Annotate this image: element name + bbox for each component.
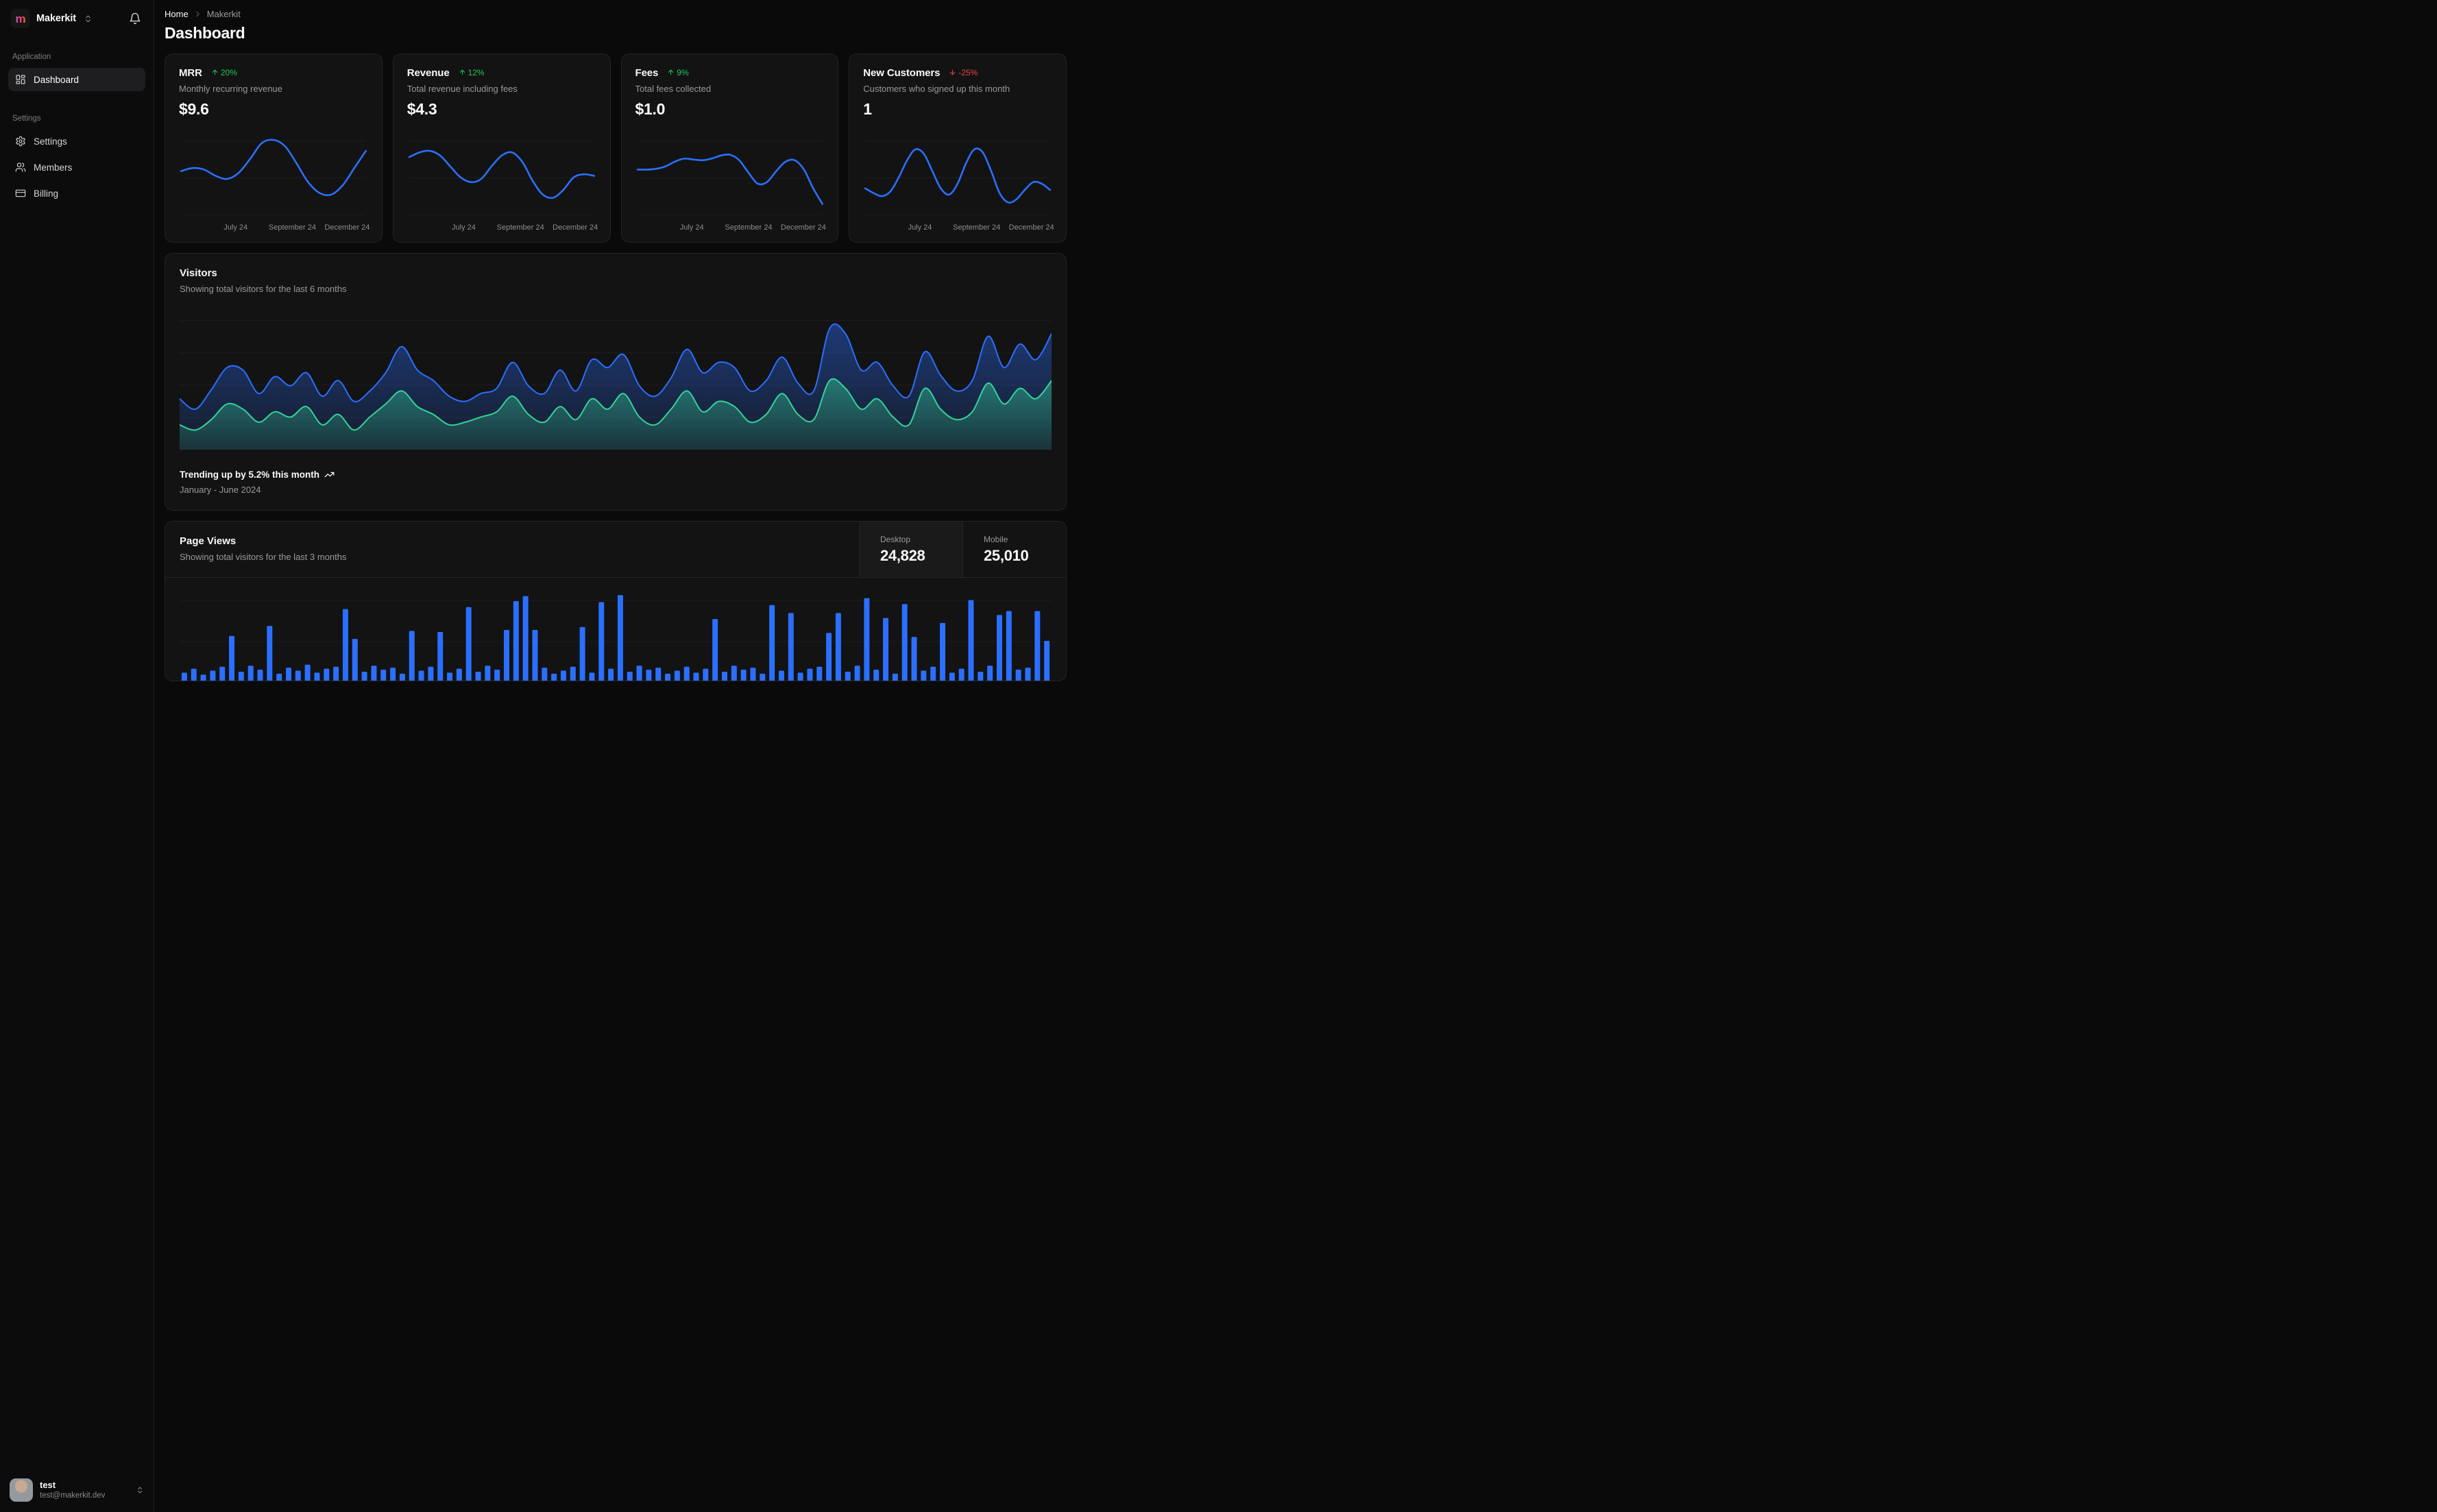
- new-customers-sparkline-chart: [863, 130, 1052, 217]
- sparkline-x-axis: July 24 September 24 December 24: [223, 223, 370, 232]
- workspace-name: Makerkit: [36, 13, 77, 24]
- breadcrumb-current: Makerkit: [206, 9, 241, 19]
- trend-badge: -25%: [949, 68, 978, 77]
- sidebar-item-label: Billing: [34, 188, 59, 199]
- page-views-bar-chart: [180, 578, 1052, 681]
- credit-card-icon: [15, 188, 26, 199]
- breadcrumb: Home Makerkit: [165, 9, 1067, 19]
- stat-subtitle: Customers who signed up this month: [863, 84, 1010, 94]
- stat-title: Fees: [635, 67, 659, 79]
- sparkline-x-axis: July 24 September 24 December 24: [452, 223, 598, 232]
- stat-value: $4.3: [407, 100, 437, 118]
- sidebar-item-label: Dashboard: [34, 74, 80, 85]
- visitors-area-chart: [180, 315, 1052, 450]
- user-email: test@makerkit.dev: [40, 1491, 106, 1500]
- trend-badge: 9%: [667, 68, 689, 77]
- nav-section-settings: Settings Settings Members Billing: [0, 94, 154, 208]
- user-menu[interactable]: test test@makerkit.dev: [0, 1470, 154, 1512]
- nav-section-label: Settings: [12, 114, 41, 123]
- makerkit-logo: m: [11, 9, 30, 28]
- mrr-sparkline-chart: [179, 130, 368, 217]
- sidebar-item-label: Members: [34, 162, 73, 173]
- page-title: Dashboard: [165, 24, 245, 42]
- page-views-subtitle: Showing total visitors for the last 3 mo…: [180, 552, 347, 562]
- chevron-right-icon: [193, 10, 202, 19]
- page-views-title: Page Views: [180, 535, 237, 547]
- trending-up-icon: [324, 470, 335, 480]
- arrow-up-icon: [459, 69, 466, 76]
- sparkline-x-axis: July 24 September 24 December 24: [679, 223, 826, 232]
- page-views-header: Page Views Showing total visitors for th…: [165, 522, 1066, 578]
- sidebar: m Makerkit Application Dashboard Setting…: [0, 0, 154, 1512]
- visitors-period: January - June 2024: [180, 485, 261, 495]
- bell-icon[interactable]: [126, 10, 144, 27]
- page-views-card: Page Views Showing total visitors for th…: [165, 521, 1067, 681]
- tab-value: 25,010: [984, 546, 1029, 564]
- stat-card-mrr: MRR 20% Monthly recurring revenue $9.6 J…: [165, 53, 383, 243]
- stat-value: $9.6: [179, 100, 209, 118]
- user-name: test: [40, 1479, 56, 1490]
- sidebar-item-label: Settings: [34, 136, 67, 147]
- trend-badge: 20%: [211, 68, 237, 77]
- gear-icon: [15, 136, 26, 147]
- trend-badge: 12%: [459, 68, 485, 77]
- stat-subtitle: Total revenue including fees: [407, 84, 518, 94]
- stat-title: Revenue: [407, 67, 450, 79]
- visitors-card: Visitors Showing total visitors for the …: [165, 253, 1067, 511]
- stat-subtitle: Monthly recurring revenue: [179, 84, 283, 94]
- arrow-down-icon: [949, 69, 956, 76]
- visitors-subtitle: Showing total visitors for the last 6 mo…: [180, 284, 347, 294]
- stat-title: New Customers: [863, 67, 941, 79]
- tab-label: Desktop: [880, 534, 911, 544]
- users-icon: [15, 162, 26, 173]
- stats-row: MRR 20% Monthly recurring revenue $9.6 J…: [165, 53, 1067, 243]
- main-content: Home Makerkit Dashboard MRR 20% Monthly …: [154, 0, 1075, 681]
- visitors-footer: Trending up by 5.2% this month: [180, 470, 1052, 480]
- avatar: [10, 1478, 33, 1502]
- nav-section-application: Application Dashboard: [0, 35, 154, 94]
- stat-card-revenue: Revenue 12% Total revenue including fees…: [392, 53, 611, 243]
- fees-sparkline-chart: [635, 130, 825, 217]
- sidebar-item-dashboard[interactable]: Dashboard: [8, 68, 145, 91]
- stat-card-new-customers: New Customers -25% Customers who signed …: [849, 53, 1067, 243]
- sidebar-item-settings[interactable]: Settings: [8, 130, 145, 153]
- tab-label: Mobile: [984, 534, 1008, 544]
- stat-subtitle: Total fees collected: [635, 84, 712, 94]
- visitors-title: Visitors: [180, 267, 217, 279]
- breadcrumb-home-link[interactable]: Home: [165, 9, 189, 19]
- arrow-up-icon: [211, 69, 219, 76]
- tab-desktop[interactable]: Desktop 24,828: [859, 522, 962, 577]
- stat-value: 1: [863, 100, 872, 118]
- revenue-sparkline-chart: [407, 130, 596, 217]
- stat-title: MRR: [179, 67, 202, 79]
- workspace-switcher[interactable]: m Makerkit: [0, 0, 154, 35]
- chevrons-up-down-icon: [136, 1486, 144, 1494]
- chevrons-up-down-icon: [84, 14, 93, 23]
- sparkline-x-axis: July 24 September 24 December 24: [908, 223, 1054, 232]
- stat-card-fees: Fees 9% Total fees collected $1.0 July 2…: [620, 53, 839, 243]
- sidebar-item-members[interactable]: Members: [8, 156, 145, 179]
- sidebar-item-billing[interactable]: Billing: [8, 182, 145, 205]
- stat-value: $1.0: [635, 100, 666, 118]
- arrow-up-icon: [667, 69, 675, 76]
- nav-section-label: Application: [12, 53, 51, 61]
- dashboard-icon: [15, 74, 26, 85]
- tab-value: 24,828: [880, 546, 925, 564]
- tab-mobile[interactable]: Mobile 25,010: [962, 522, 1066, 577]
